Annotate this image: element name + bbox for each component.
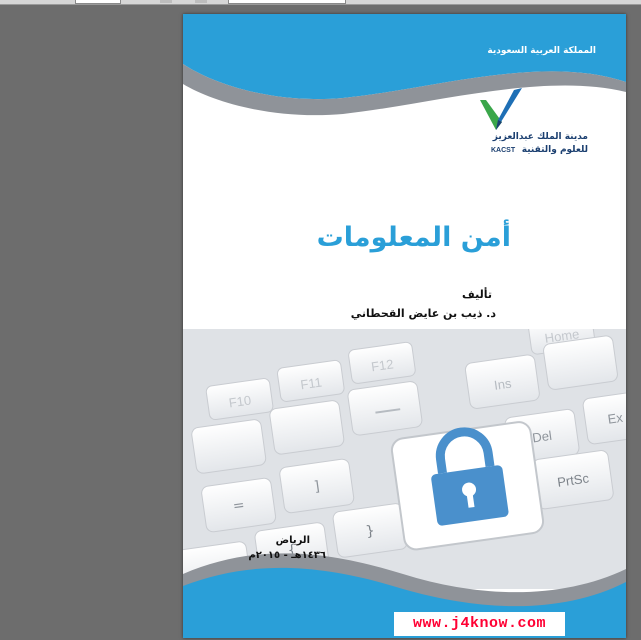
key-ins: Ins: [493, 375, 513, 392]
author-label: تأليف: [462, 288, 492, 301]
book-cover-page: المملكة العربية السعودية مدينة الملك عبد…: [183, 14, 626, 638]
org-abbreviation: KACST: [491, 147, 516, 154]
zoom-out-button[interactable]: [160, 0, 172, 3]
org-name-line1: مدينة الملك عبدالعزيز: [492, 132, 588, 142]
svg-text:=: =: [232, 497, 246, 514]
book-title: أمن المعلومات: [316, 222, 511, 253]
publication-city: الرياض: [275, 535, 310, 546]
org-name-line2: للعلوم والتقنية: [521, 145, 588, 155]
author-name: د. ذيب بن عايض القحطاني: [350, 307, 496, 320]
key-f10: F10: [228, 393, 252, 411]
key-del: Del: [531, 428, 553, 446]
publication-date: ١٤٣٦هـ - ٢٠١٥م: [248, 550, 326, 561]
page-number-field[interactable]: [75, 0, 121, 4]
key-f11: F11: [299, 375, 322, 393]
document-viewport[interactable]: المملكة العربية السعودية مدينة الملك عبد…: [0, 5, 641, 640]
key-f12: F12: [370, 356, 394, 374]
zoom-field[interactable]: [228, 0, 346, 4]
zoom-in-button[interactable]: [195, 0, 207, 3]
website-watermark: www.j4know.com: [394, 612, 565, 636]
key-ex: Ex: [607, 410, 625, 427]
kacst-logo-icon: [480, 88, 522, 130]
country-name: المملكة العربية السعودية: [487, 46, 596, 56]
